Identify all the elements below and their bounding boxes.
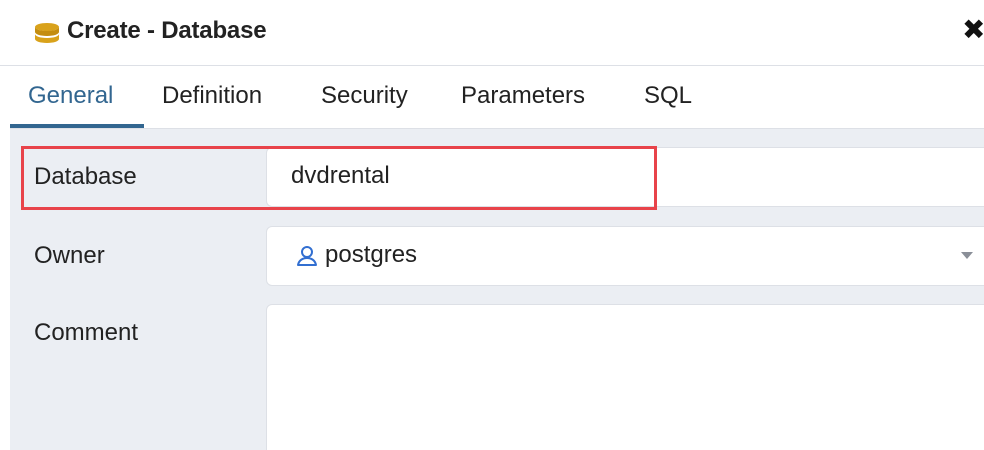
- dialog-titlebar: Create - Database ✖: [0, 0, 984, 66]
- database-name-value: dvdrental: [291, 162, 390, 189]
- tab-bar: General Definition Security Parameters S…: [10, 66, 984, 128]
- owner-value: postgres: [325, 241, 418, 268]
- user-icon: [297, 246, 317, 266]
- tab-security[interactable]: Security: [321, 82, 408, 128]
- chevron-down-icon[interactable]: [961, 252, 973, 259]
- database-icon: [35, 23, 59, 43]
- tab-parameters[interactable]: Parameters: [461, 82, 585, 128]
- create-database-dialog: Create - Database ✖ General Definition S…: [0, 0, 984, 450]
- comment-textarea[interactable]: [266, 304, 984, 450]
- general-form: Database dvdrental Owner postgres Commen…: [10, 128, 984, 450]
- owner-select[interactable]: postgres: [266, 226, 984, 286]
- database-name-input[interactable]: dvdrental: [266, 147, 984, 207]
- owner-label: Owner: [34, 242, 105, 269]
- tab-general[interactable]: General: [28, 82, 113, 128]
- tab-definition[interactable]: Definition: [162, 82, 262, 128]
- comment-label: Comment: [34, 319, 139, 346]
- dialog-title: Create - Database: [67, 17, 267, 44]
- database-label: Database: [34, 163, 137, 190]
- close-icon[interactable]: ✖: [962, 16, 984, 44]
- tab-sql[interactable]: SQL: [644, 82, 692, 128]
